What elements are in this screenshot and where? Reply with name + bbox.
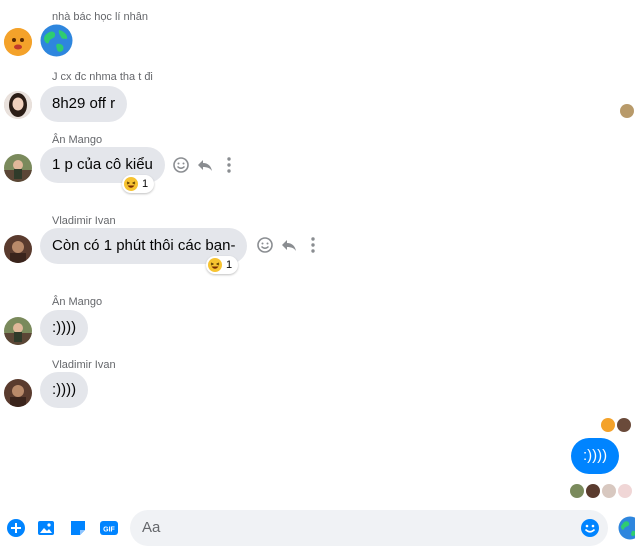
laughing-emoji-icon: [124, 177, 138, 191]
message-input[interactable]: Aa: [130, 510, 608, 546]
reaction-count: 1: [226, 259, 233, 271]
sticker-icon[interactable]: [68, 518, 88, 538]
read-receipt-avatar: [602, 484, 616, 498]
reply-icon[interactable]: [280, 236, 298, 254]
send-globe-icon[interactable]: [618, 516, 635, 542]
reaction-badge[interactable]: 1: [122, 175, 155, 193]
more-options-icon[interactable]: [304, 236, 322, 254]
outdoor-avatar[interactable]: [4, 154, 32, 182]
outdoor-avatar[interactable]: [4, 317, 32, 345]
gif-icon[interactable]: GIF: [99, 518, 119, 538]
dark-avatar[interactable]: [4, 379, 32, 407]
sender-name: J cx đc nhma tha t đi: [52, 71, 153, 83]
message-bubble[interactable]: :)))): [40, 372, 89, 408]
more-options-icon[interactable]: [220, 156, 238, 174]
read-receipt-avatar: [620, 104, 634, 118]
seen-avatar: [617, 418, 631, 432]
orange-face-avatar[interactable]: [4, 28, 32, 56]
gif-label: GIF: [103, 527, 115, 534]
reaction-count: 1: [142, 178, 149, 190]
message-input-placeholder: Aa: [142, 519, 161, 536]
emoji-icon[interactable]: [580, 518, 600, 538]
reply-icon[interactable]: [196, 156, 214, 174]
sender-name: Ân Mango: [52, 134, 103, 146]
sender-name: Vladimir Ivan: [52, 215, 116, 227]
sender-name: nhà bác học lí nhân: [52, 11, 149, 23]
sender-name: Vladimir Ivan: [52, 359, 116, 371]
message-bubble[interactable]: :)))): [40, 310, 89, 346]
image-icon[interactable]: [36, 518, 56, 538]
read-receipt-avatar: [570, 484, 584, 498]
message-bubble[interactable]: 8h29 off r: [40, 86, 128, 122]
add-icon[interactable]: [6, 518, 26, 538]
react-icon[interactable]: [256, 236, 274, 254]
dark-avatar[interactable]: [4, 235, 32, 263]
read-receipt-avatar: [586, 484, 600, 498]
read-receipt-avatar: [618, 484, 632, 498]
my-message-bubble[interactable]: :)))): [571, 438, 620, 474]
laughing-emoji-icon: [208, 258, 222, 272]
globe-icon: [40, 24, 73, 57]
reaction-badge[interactable]: 1: [206, 256, 239, 274]
seen-avatar: [601, 418, 615, 432]
react-icon[interactable]: [172, 156, 190, 174]
girl-avatar[interactable]: [4, 91, 32, 119]
sender-name: Ân Mango: [52, 296, 103, 308]
